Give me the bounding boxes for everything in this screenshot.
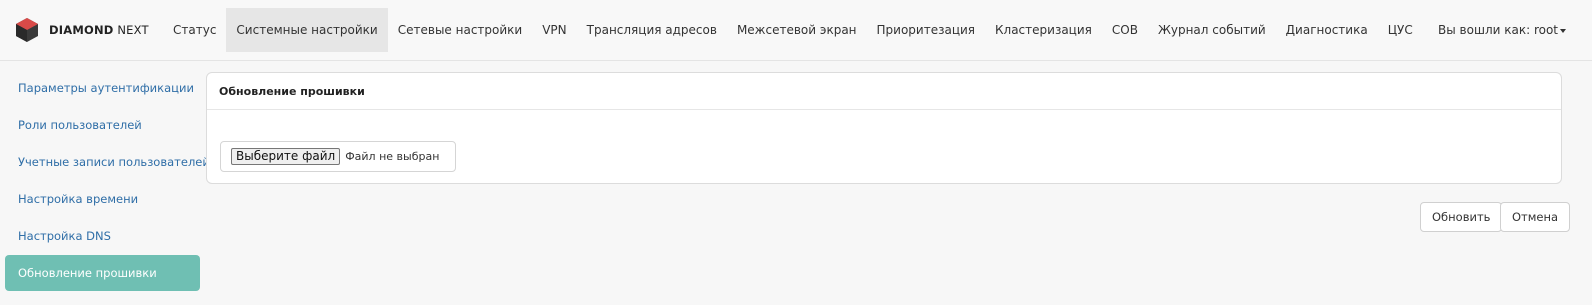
user-label: Вы вошли как: root [1438, 23, 1558, 37]
nav-item-status[interactable]: Статус [163, 8, 226, 52]
nav-item-event-log[interactable]: Журнал событий [1148, 8, 1276, 52]
firmware-update-panel: Обновление прошивки Выберите файл Файл н… [206, 72, 1562, 184]
update-button[interactable]: Обновить [1420, 202, 1503, 232]
sidebar-item-time-settings[interactable]: Настройка времени [5, 181, 200, 217]
nav-item-firewall[interactable]: Межсетевой экран [727, 8, 867, 52]
nav-item-qos[interactable]: Приоритезация [867, 8, 986, 52]
choose-file-button[interactable]: Выберите файл [231, 148, 341, 165]
nav-item-ids[interactable]: СОВ [1102, 8, 1148, 52]
cancel-button[interactable]: Отмена [1500, 202, 1571, 232]
file-status-text: Файл не выбран [345, 150, 440, 163]
nav-item-clustering[interactable]: Кластеризация [985, 8, 1102, 52]
nav-item-cus[interactable]: ЦУС [1378, 8, 1423, 52]
caret-down-icon [1560, 28, 1566, 33]
brand-name: DIAMOND NEXT [49, 23, 149, 37]
diamond-logo-icon [16, 18, 38, 42]
nav-item-nat[interactable]: Трансляция адресов [577, 8, 727, 52]
nav-item-vpn[interactable]: VPN [532, 8, 576, 52]
nav-item-network-settings[interactable]: Сетевые настройки [388, 8, 532, 52]
file-input[interactable]: Выберите файл Файл не выбран [220, 141, 456, 172]
sidebar-item-user-accounts[interactable]: Учетные записи пользователей [5, 144, 210, 180]
sidebar-item-user-roles[interactable]: Роли пользователей [5, 107, 200, 143]
user-menu[interactable]: Вы вошли как: root [1438, 8, 1566, 52]
nav-item-diagnostics[interactable]: Диагностика [1276, 8, 1378, 52]
sidebar-item-dns-settings[interactable]: Настройка DNS [5, 218, 200, 254]
panel-title: Обновление прошивки [207, 73, 1561, 110]
brand[interactable]: DIAMOND NEXT [14, 16, 149, 44]
top-navbar: DIAMOND NEXT Статус Системные настройки … [0, 0, 1592, 61]
sidebar: Параметры аутентификации Роли пользовате… [5, 70, 210, 292]
sidebar-item-auth-params[interactable]: Параметры аутентификации [5, 70, 200, 106]
main-nav: Статус Системные настройки Сетевые настр… [163, 8, 1423, 52]
sidebar-item-firmware-update[interactable]: Обновление прошивки [5, 255, 200, 291]
nav-item-system-settings[interactable]: Системные настройки [226, 8, 388, 52]
